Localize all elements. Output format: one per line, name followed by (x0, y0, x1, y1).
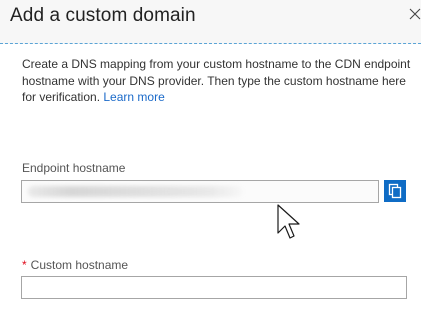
custom-hostname-label-text: Custom hostname (30, 258, 129, 272)
custom-hostname-input[interactable] (22, 277, 406, 298)
copy-icon (388, 183, 402, 199)
endpoint-hostname-label: Endpoint hostname (22, 161, 126, 175)
custom-hostname-field[interactable] (21, 276, 407, 299)
learn-more-link[interactable]: Learn more (103, 90, 164, 104)
intro-text: Create a DNS mapping from your custom ho… (22, 57, 411, 104)
custom-hostname-label: * Custom hostname (22, 258, 128, 272)
close-icon[interactable] (408, 7, 421, 21)
mouse-pointer-icon (276, 203, 302, 248)
intro-paragraph: Create a DNS mapping from your custom ho… (22, 56, 417, 106)
header-divider (0, 43, 421, 44)
required-marker: * (22, 258, 27, 272)
dialog-header: Add a custom domain (0, 0, 421, 44)
copy-button[interactable] (384, 180, 406, 202)
dialog-title: Add a custom domain (10, 5, 196, 26)
redacted-hostname-value (28, 186, 243, 197)
endpoint-hostname-field[interactable] (21, 180, 379, 203)
